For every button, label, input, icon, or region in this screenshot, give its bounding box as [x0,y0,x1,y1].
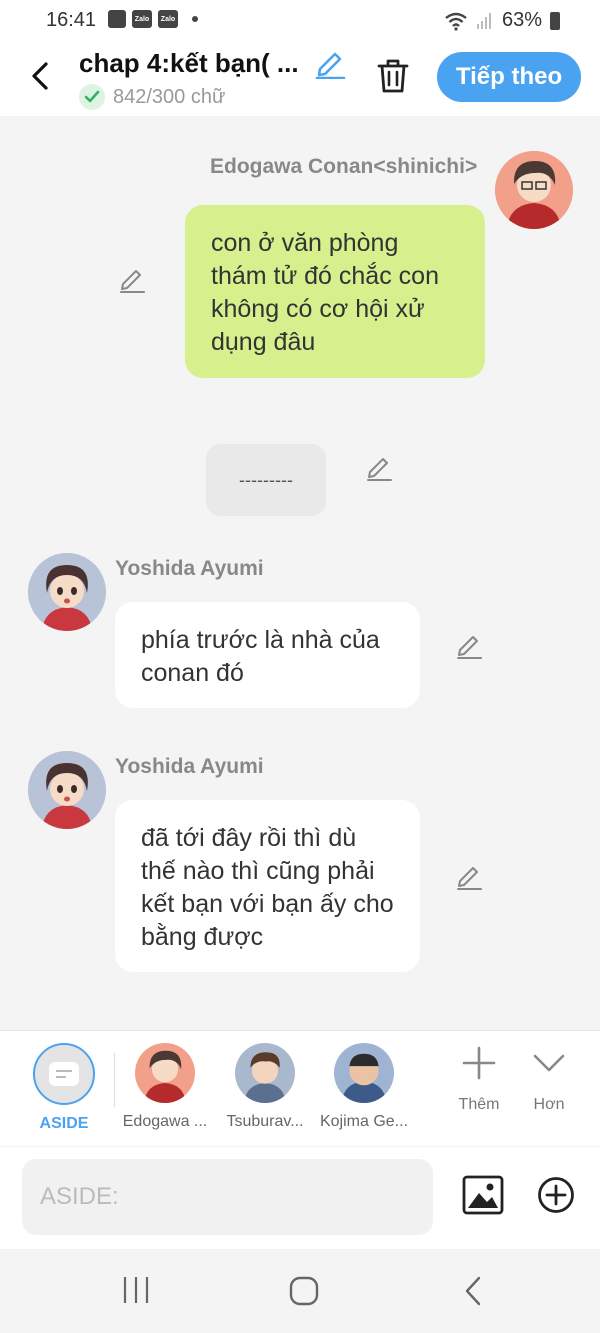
character-tsuburaya[interactable]: Tsuburav... [217,1043,313,1131]
add-circle-icon[interactable] [537,1176,575,1214]
character-edogawa[interactable]: Edogawa ... [117,1043,213,1131]
character-kojima[interactable]: Kojima Ge... [316,1043,412,1131]
aside-icon [33,1043,95,1105]
divider [114,1053,115,1107]
zalo-notification-icon: Zalo [132,10,152,28]
character-label: Kojima Ge... [319,1113,409,1130]
character-label: ASIDE [39,1115,89,1132]
trash-icon[interactable] [376,58,410,94]
battery-percent: 63% [501,9,542,31]
zalo-notification-icon-2: Zalo [158,10,178,28]
status-bar: 16:41 Zalo Zalo 63% [0,0,600,40]
word-count-text: 842/300 chữ [113,85,226,108]
plus-icon [462,1046,496,1080]
chapter-title[interactable]: chap 4:kết bạn( ... [79,48,299,79]
word-count: 842/300 chữ [79,84,225,110]
message-text: phía trước là nhà của conan đó [141,626,380,687]
system-status: 63% [444,9,560,32]
add-label: Thêm [458,1096,500,1113]
wifi-icon [445,12,467,31]
speaker-name: Edogawa Conan<shinichi> [210,155,478,178]
add-character-button[interactable]: Thêm [444,1045,514,1114]
message-bubble[interactable]: đã tới đây rồi thì dù thế nào thì cũng p… [115,800,420,972]
gallery-notification-icon [108,10,126,28]
home-icon[interactable] [288,1275,320,1307]
divider-text: --------- [239,469,293,490]
edit-message-icon[interactable] [455,632,483,660]
system-nav-bar [0,1249,600,1333]
character-label: Tsuburav... [226,1113,304,1130]
message-text: con ở văn phòng thám tử đó chắc con khôn… [211,229,439,356]
character-label: Edogawa ... [122,1113,208,1130]
message-bubble[interactable]: con ở văn phòng thám tử đó chắc con khôn… [185,205,485,378]
editor-header: chap 4:kết bạn( ... 842/300 chữ Tiếp the… [0,40,600,116]
avatar-yoshida-ayumi[interactable] [28,751,106,829]
avatar [135,1043,195,1103]
edit-message-icon[interactable] [365,454,393,482]
avatar-yoshida-ayumi[interactable] [28,553,106,631]
scene-divider[interactable]: --------- [206,444,326,516]
character-aside[interactable]: ASIDE [16,1043,112,1133]
notification-icons: Zalo Zalo [108,10,198,28]
edit-message-icon[interactable] [118,266,146,294]
speaker-name: Yoshida Ayumi [115,755,264,778]
speaker-name: Yoshida Ayumi [115,557,264,580]
character-selector: ASIDE Edogawa ... Tsuburav... Kojima Ge.… [0,1030,600,1146]
back-nav-icon[interactable] [462,1275,484,1307]
recents-icon[interactable] [122,1275,150,1305]
image-icon[interactable] [462,1175,504,1215]
check-icon [79,84,105,110]
edit-message-icon[interactable] [455,863,483,891]
message-input[interactable] [22,1159,433,1235]
message-text: đã tới đây rồi thì dù thế nào thì cũng p… [141,824,394,951]
more-notifications-dot-icon [192,16,198,22]
back-arrow-icon[interactable] [26,58,54,94]
next-button[interactable]: Tiếp theo [437,52,581,102]
status-time: 16:41 [46,9,97,31]
chevron-down-icon [533,1054,565,1072]
more-button[interactable]: Hơn [514,1045,584,1114]
message-bubble[interactable]: phía trước là nhà của conan đó [115,602,420,708]
more-label: Hơn [533,1096,565,1113]
avatar [334,1043,394,1103]
signal-icon [476,12,491,29]
composer [0,1147,600,1249]
battery-icon [550,11,560,30]
chat-area: Edogawa Conan<shinichi> con ở văn phòng … [0,116,600,1030]
avatar-edogawa-conan[interactable] [495,151,573,229]
pencil-icon[interactable] [314,49,346,79]
avatar [235,1043,295,1103]
